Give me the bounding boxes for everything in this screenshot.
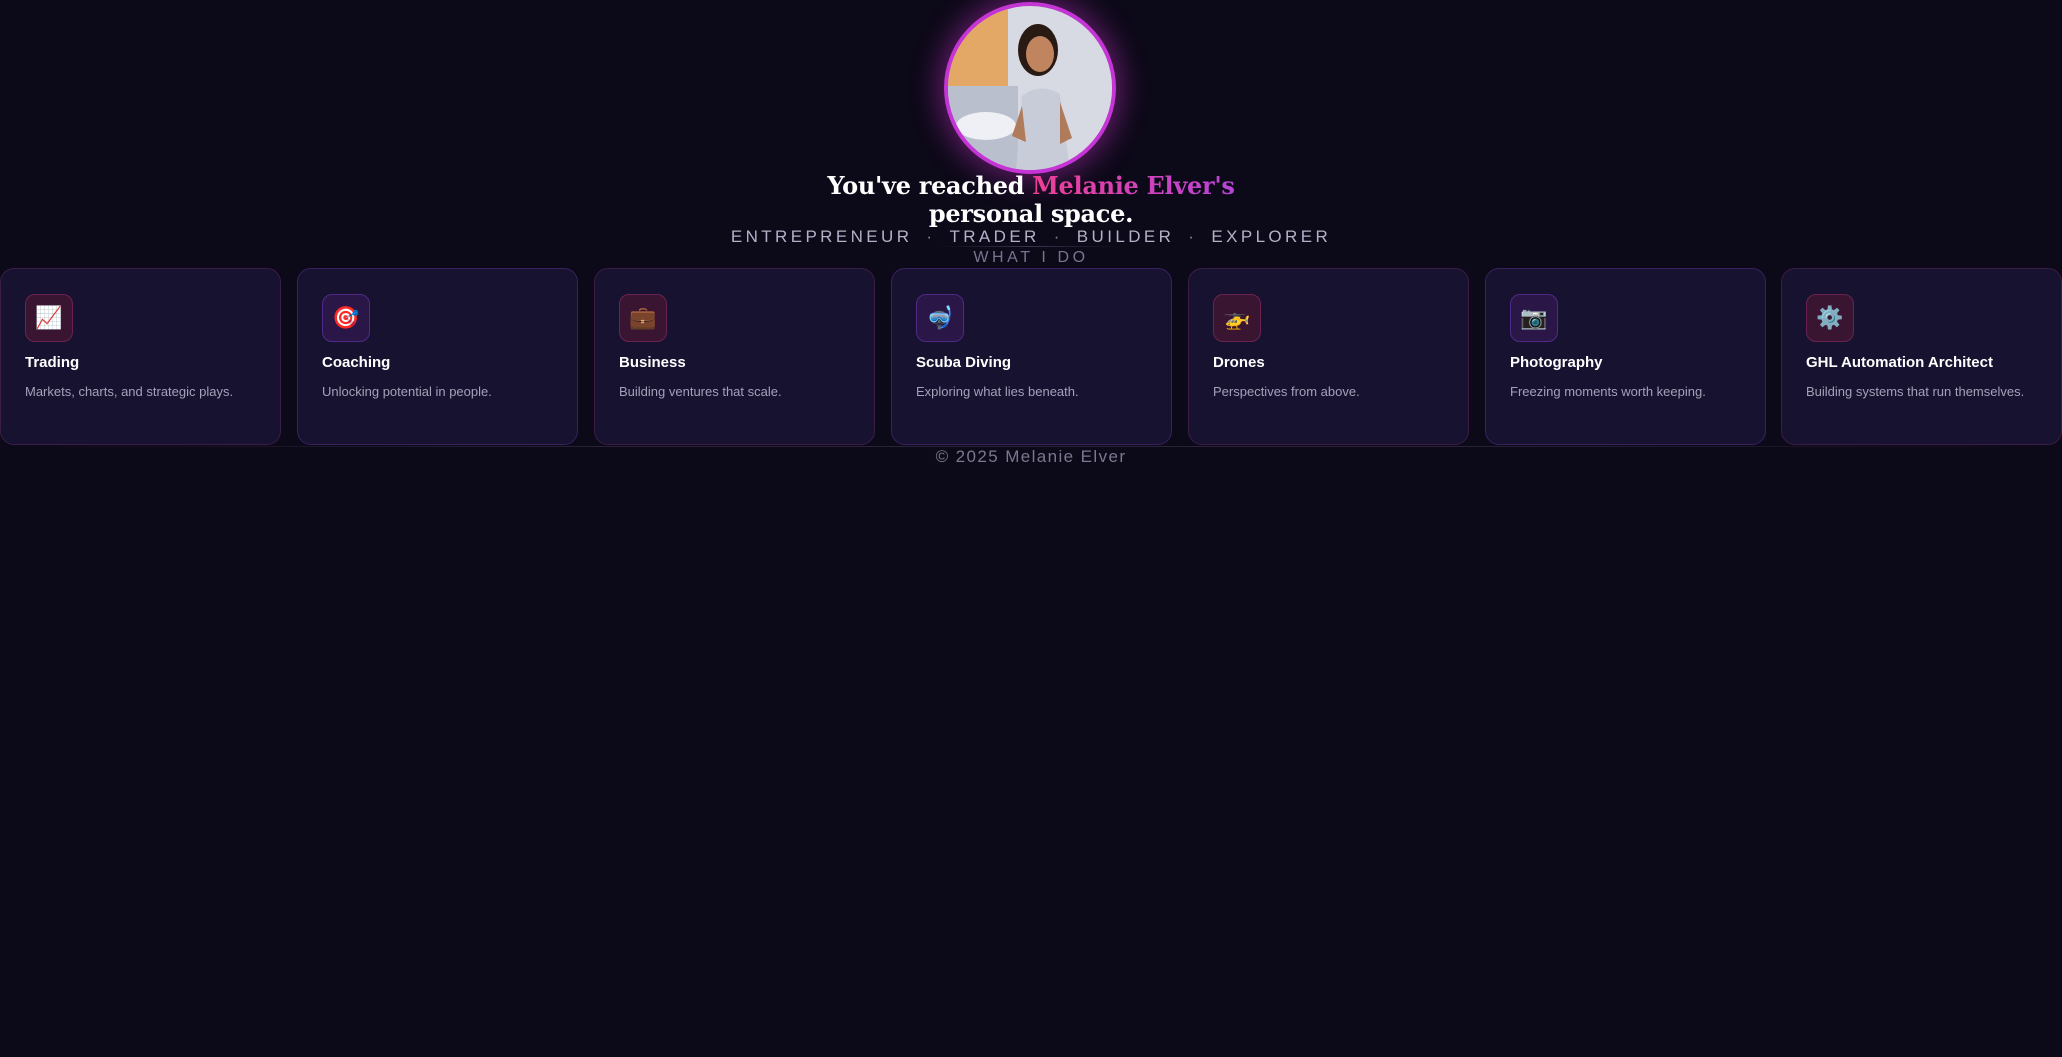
card-title: Coaching bbox=[322, 354, 391, 371]
card-description: Building ventures that scale. bbox=[619, 384, 782, 399]
hero-headline: You've reached Melanie Elver's personal … bbox=[0, 172, 2062, 228]
briefcase-icon: 💼 bbox=[619, 294, 667, 342]
role-separator: · bbox=[1188, 227, 1198, 246]
headline-name: Melanie Elver's bbox=[1032, 171, 1235, 200]
page: You've reached Melanie Elver's personal … bbox=[0, 0, 2062, 1057]
role-entrepreneur: ENTREPRENEUR bbox=[730, 227, 913, 246]
role-builder: BUILDER bbox=[1076, 227, 1175, 246]
card-title: Drones bbox=[1213, 354, 1265, 371]
card-title: Scuba Diving bbox=[916, 354, 1012, 371]
gear-icon: ⚙️ bbox=[1806, 294, 1854, 342]
skills-grid: 📈 Trading Markets, charts, and strategic… bbox=[0, 268, 2062, 445]
card-scuba-diving[interactable]: 🤿 Scuba Diving Exploring what lies benea… bbox=[891, 268, 1172, 445]
section-label: WHAT I DO bbox=[973, 249, 1089, 266]
card-business[interactable]: 💼 Business Building ventures that scale. bbox=[594, 268, 875, 445]
role-explorer: EXPLORER bbox=[1211, 227, 1332, 246]
card-trading[interactable]: 📈 Trading Markets, charts, and strategic… bbox=[0, 268, 281, 445]
card-description: Markets, charts, and strategic plays. bbox=[25, 384, 234, 399]
profile-photo bbox=[948, 6, 1112, 170]
card-photography[interactable]: 📷 Photography Freezing moments worth kee… bbox=[1485, 268, 1766, 445]
card-description: Exploring what lies beneath. bbox=[916, 384, 1079, 399]
card-title: Photography bbox=[1510, 354, 1603, 371]
helicopter-icon: 🚁 bbox=[1213, 294, 1261, 342]
role-separator: · bbox=[1053, 227, 1063, 246]
card-ghl-automation[interactable]: ⚙️ GHL Automation Architect Building sys… bbox=[1781, 268, 2062, 445]
card-description: Building systems that run themselves. bbox=[1806, 384, 2025, 399]
roles-tagline: ENTREPRENEUR · TRADER · BUILDER · EXPLORER bbox=[0, 227, 2062, 247]
card-title: Trading bbox=[25, 354, 80, 371]
headline-tail: personal space. bbox=[928, 199, 1134, 228]
card-description: Freezing moments worth keeping. bbox=[1510, 384, 1706, 399]
role-separator: · bbox=[926, 227, 936, 246]
diving-mask-icon: 🤿 bbox=[916, 294, 964, 342]
card-title: GHL Automation Architect bbox=[1806, 354, 1993, 371]
role-trader: TRADER bbox=[949, 227, 1040, 246]
target-icon: 🎯 bbox=[322, 294, 370, 342]
card-description: Unlocking potential in people. bbox=[322, 384, 492, 399]
chart-increasing-icon: 📈 bbox=[25, 294, 73, 342]
footer-copyright: © 2025 Melanie Elver bbox=[935, 447, 1127, 466]
card-title: Business bbox=[619, 354, 686, 371]
card-coaching[interactable]: 🎯 Coaching Unlocking potential in people… bbox=[297, 268, 578, 445]
avatar bbox=[944, 2, 1116, 174]
card-description: Perspectives from above. bbox=[1213, 384, 1360, 399]
section-divider bbox=[940, 246, 1120, 247]
headline-lead: You've reached bbox=[827, 171, 1033, 200]
camera-icon: 📷 bbox=[1510, 294, 1558, 342]
card-drones[interactable]: 🚁 Drones Perspectives from above. bbox=[1188, 268, 1469, 445]
